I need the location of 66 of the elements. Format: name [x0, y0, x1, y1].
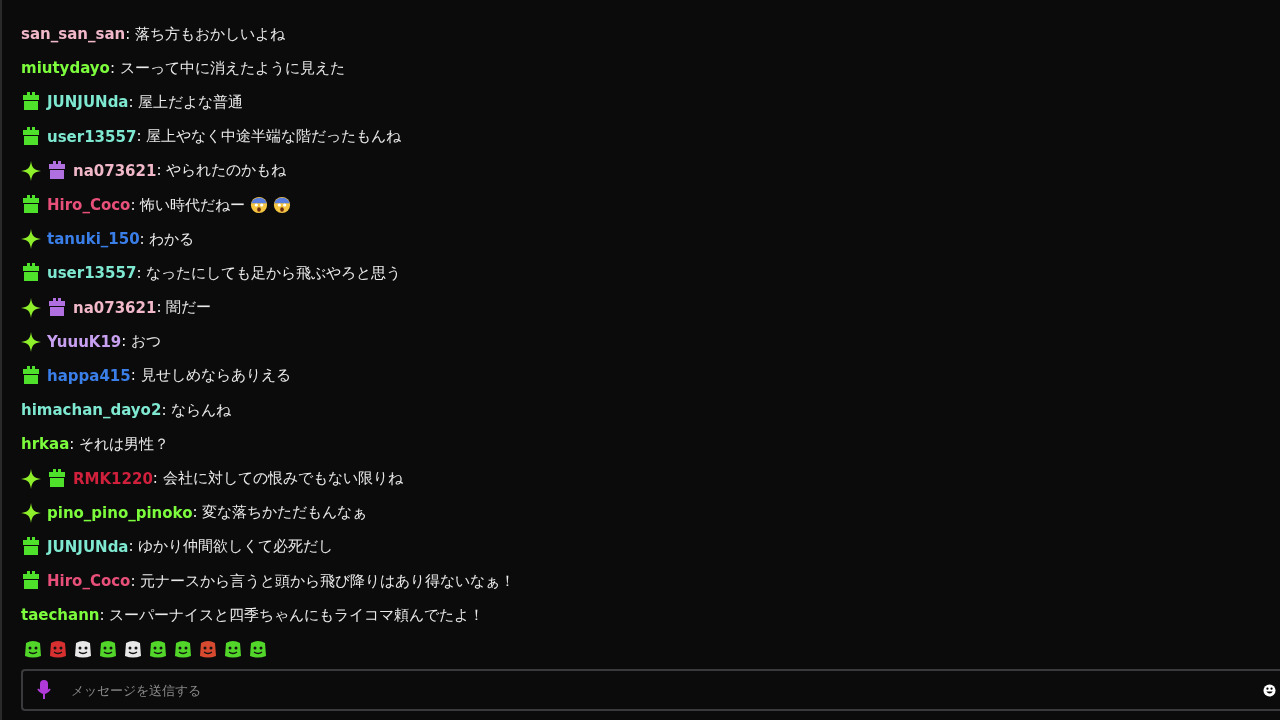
- username[interactable]: na073621: [73, 298, 157, 317]
- gift-badge-icon: [21, 195, 41, 216]
- chat-message: : スーって中に消えたように見えた: [109, 58, 345, 78]
- sparkle-badge-icon: [21, 502, 41, 523]
- microphone-icon[interactable]: [37, 680, 51, 701]
- chat-message: : それは男性？: [69, 434, 170, 454]
- username[interactable]: user13557: [47, 127, 137, 146]
- sparkle-badge-icon: [21, 297, 41, 318]
- username[interactable]: tanuki_150: [47, 230, 140, 249]
- gift-badge-icon: [21, 365, 41, 386]
- username[interactable]: user13557: [47, 264, 137, 283]
- username[interactable]: hrkaa: [21, 435, 70, 454]
- chat-message: : スーパーナイスと四季ちゃんにもライコマ頼んでたよ！: [99, 605, 485, 625]
- message-input-box[interactable]: メッセージを送信する: [21, 669, 1280, 712]
- emote-icon[interactable]: [248, 639, 268, 660]
- username[interactable]: Hiro_Coco: [47, 572, 131, 591]
- chat-message: : なったにしても足から飛ぶやろと思う: [136, 263, 402, 283]
- smiley-icon[interactable]: [1263, 683, 1276, 697]
- username[interactable]: san_san_san: [21, 25, 126, 44]
- gift-badge-icon: [21, 263, 41, 284]
- username[interactable]: RMK1220: [73, 469, 153, 488]
- gift-badge-icon: [47, 468, 67, 489]
- chat-message: : 怖い時代だねー: [130, 195, 246, 215]
- chat-message: : 変な落ちかただもんなぁ: [192, 503, 368, 523]
- gift-badge-icon: [21, 92, 41, 113]
- username[interactable]: happa415: [47, 366, 131, 385]
- gift-badge-icon: [47, 297, 67, 318]
- chat-message: : おつ: [121, 332, 162, 352]
- sparkle-badge-icon: [21, 468, 41, 489]
- sparkle-badge-icon: [21, 229, 41, 250]
- chat-message: : 元ナースから言うと頭から飛び降りはあり得ないなぁ！: [130, 571, 516, 591]
- chat-message: : 会社に対しての恨みでもない限りね: [152, 469, 403, 489]
- emote-icon[interactable]: [148, 639, 168, 660]
- gift-badge-icon: [21, 536, 41, 557]
- username[interactable]: YuuuK19: [47, 332, 122, 351]
- chat-message: : 屋上だよな普通: [128, 92, 244, 112]
- chat-message: : ならんね: [161, 400, 232, 420]
- chat-message: : わかる: [139, 229, 195, 249]
- chat-message: : ゆかり仲間欲しくて必死だし: [128, 537, 334, 557]
- emote-icon[interactable]: [223, 639, 243, 660]
- username[interactable]: taechann: [21, 606, 100, 625]
- emote-icon[interactable]: [123, 639, 143, 660]
- chat-message: : 見せしめならありえる: [130, 366, 291, 386]
- username[interactable]: na073621: [73, 161, 157, 180]
- username[interactable]: Hiro_Coco: [47, 196, 131, 215]
- chat-message: : やられたのかもね: [156, 161, 287, 181]
- fearful-face-icon: [273, 196, 292, 215]
- username[interactable]: JUNJUNda: [47, 93, 129, 112]
- emote-icon[interactable]: [23, 639, 43, 660]
- sparkle-badge-icon: [21, 331, 41, 352]
- gift-badge-icon: [47, 160, 67, 181]
- message-input-field[interactable]: メッセージを送信する: [69, 681, 1263, 699]
- chat-message: : 闇だー: [156, 298, 212, 318]
- chat-message: : 屋上やなく中途半端な階だったもんね: [136, 127, 402, 147]
- gift-badge-icon: [21, 126, 41, 147]
- chat-message: : 落ち方もおかしいよね: [125, 24, 285, 44]
- emote-icon[interactable]: [98, 639, 118, 660]
- username[interactable]: pino_pino_pinoko: [47, 503, 193, 522]
- sparkle-badge-icon: [21, 160, 41, 181]
- username[interactable]: JUNJUNda: [47, 537, 129, 556]
- emote-icon[interactable]: [73, 639, 93, 660]
- fearful-face-icon: [250, 196, 269, 215]
- username[interactable]: miutydayo: [21, 59, 110, 78]
- gift-badge-icon: [21, 571, 41, 592]
- username[interactable]: himachan_dayo2: [21, 401, 162, 420]
- emote-icon[interactable]: [173, 639, 193, 660]
